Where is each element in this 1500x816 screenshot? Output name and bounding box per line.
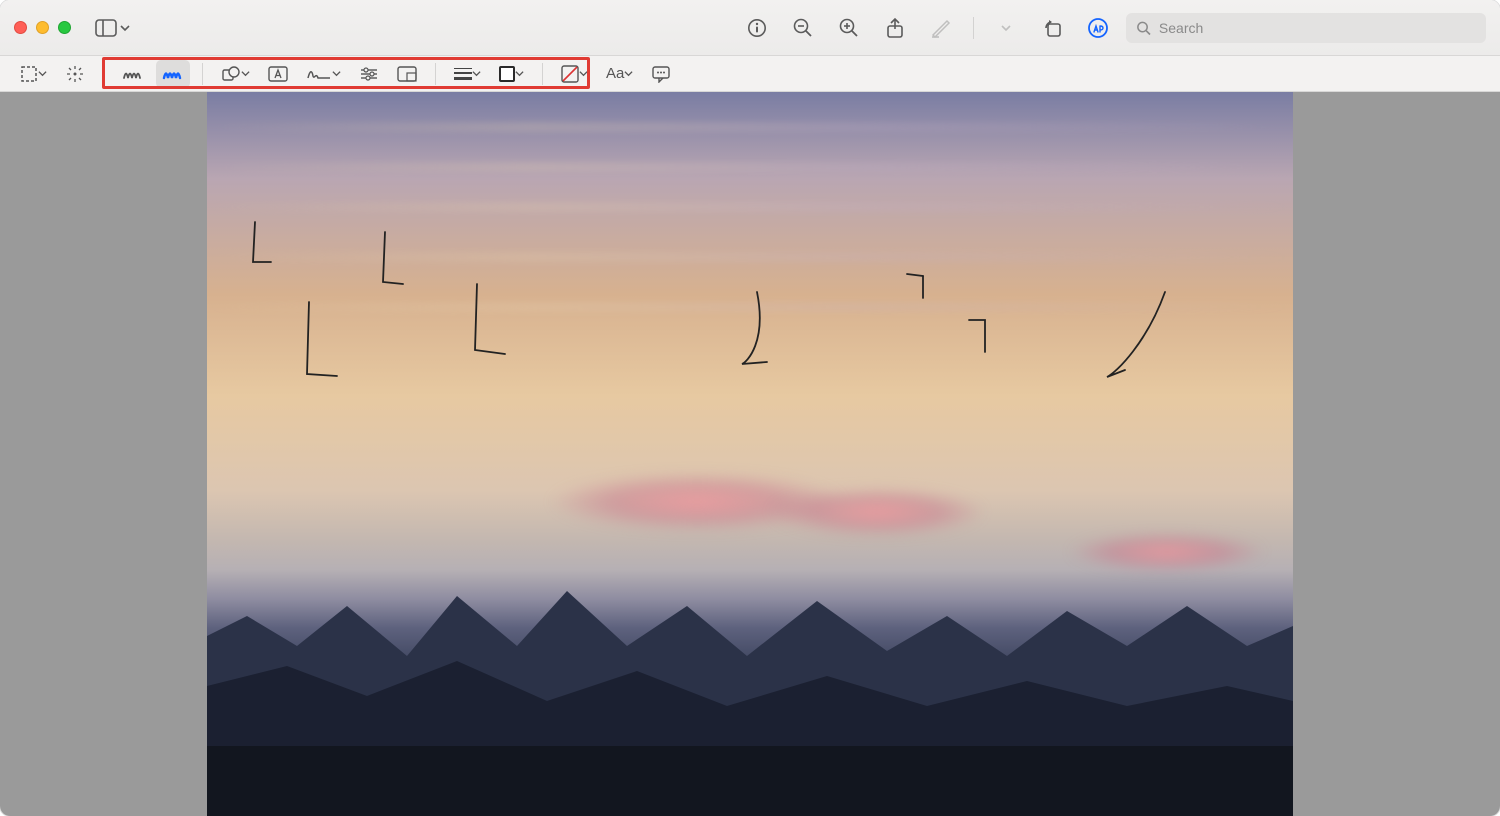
text-style-button[interactable]: Aa: [600, 60, 639, 88]
rotate-button[interactable]: [1034, 12, 1070, 44]
minimize-window-button[interactable]: [36, 21, 49, 34]
titlebar: [0, 0, 1500, 56]
text-style-label: Aa: [606, 65, 624, 82]
search-field[interactable]: [1126, 13, 1486, 43]
separator: [202, 63, 203, 85]
close-window-button[interactable]: [14, 21, 27, 34]
separator: [973, 17, 974, 39]
search-input[interactable]: [1159, 20, 1476, 36]
traffic-lights: [14, 21, 71, 34]
titlebar-right-group: [739, 12, 1486, 44]
info-button[interactable]: [739, 12, 775, 44]
border-color-button[interactable]: [493, 60, 530, 88]
zoom-in-button[interactable]: [831, 12, 867, 44]
image-view[interactable]: [207, 92, 1293, 816]
highlight-button[interactable]: [923, 12, 959, 44]
adjust-color-button[interactable]: [353, 60, 385, 88]
share-button[interactable]: [877, 12, 913, 44]
highlight-dropdown[interactable]: [988, 12, 1024, 44]
zoom-out-button[interactable]: [785, 12, 821, 44]
app-window: Aa: [0, 0, 1500, 816]
fill-color-button[interactable]: [555, 60, 594, 88]
selection-tool-button[interactable]: [14, 60, 53, 88]
text-tool-button[interactable]: [262, 60, 294, 88]
separator: [435, 63, 436, 85]
mountain-silhouette: [207, 496, 1293, 816]
fullscreen-window-button[interactable]: [58, 21, 71, 34]
separator: [103, 63, 104, 85]
canvas-area: [0, 92, 1500, 816]
markup-toggle-button[interactable]: [1080, 12, 1116, 44]
sign-button[interactable]: [300, 60, 347, 88]
search-icon: [1136, 20, 1151, 36]
separator: [542, 63, 543, 85]
markup-toolbar: Aa: [0, 56, 1500, 92]
shape-style-button[interactable]: [448, 60, 487, 88]
border-color-swatch: [499, 66, 515, 82]
annotate-button[interactable]: [645, 60, 677, 88]
sidebar-toggle-button[interactable]: [89, 12, 136, 44]
adjust-size-button[interactable]: [391, 60, 423, 88]
instant-alpha-button[interactable]: [59, 60, 91, 88]
sketch-tool-button[interactable]: [116, 60, 150, 88]
draw-tool-button[interactable]: [156, 60, 190, 88]
line-weight-icon: [454, 68, 472, 80]
shapes-button[interactable]: [215, 60, 256, 88]
